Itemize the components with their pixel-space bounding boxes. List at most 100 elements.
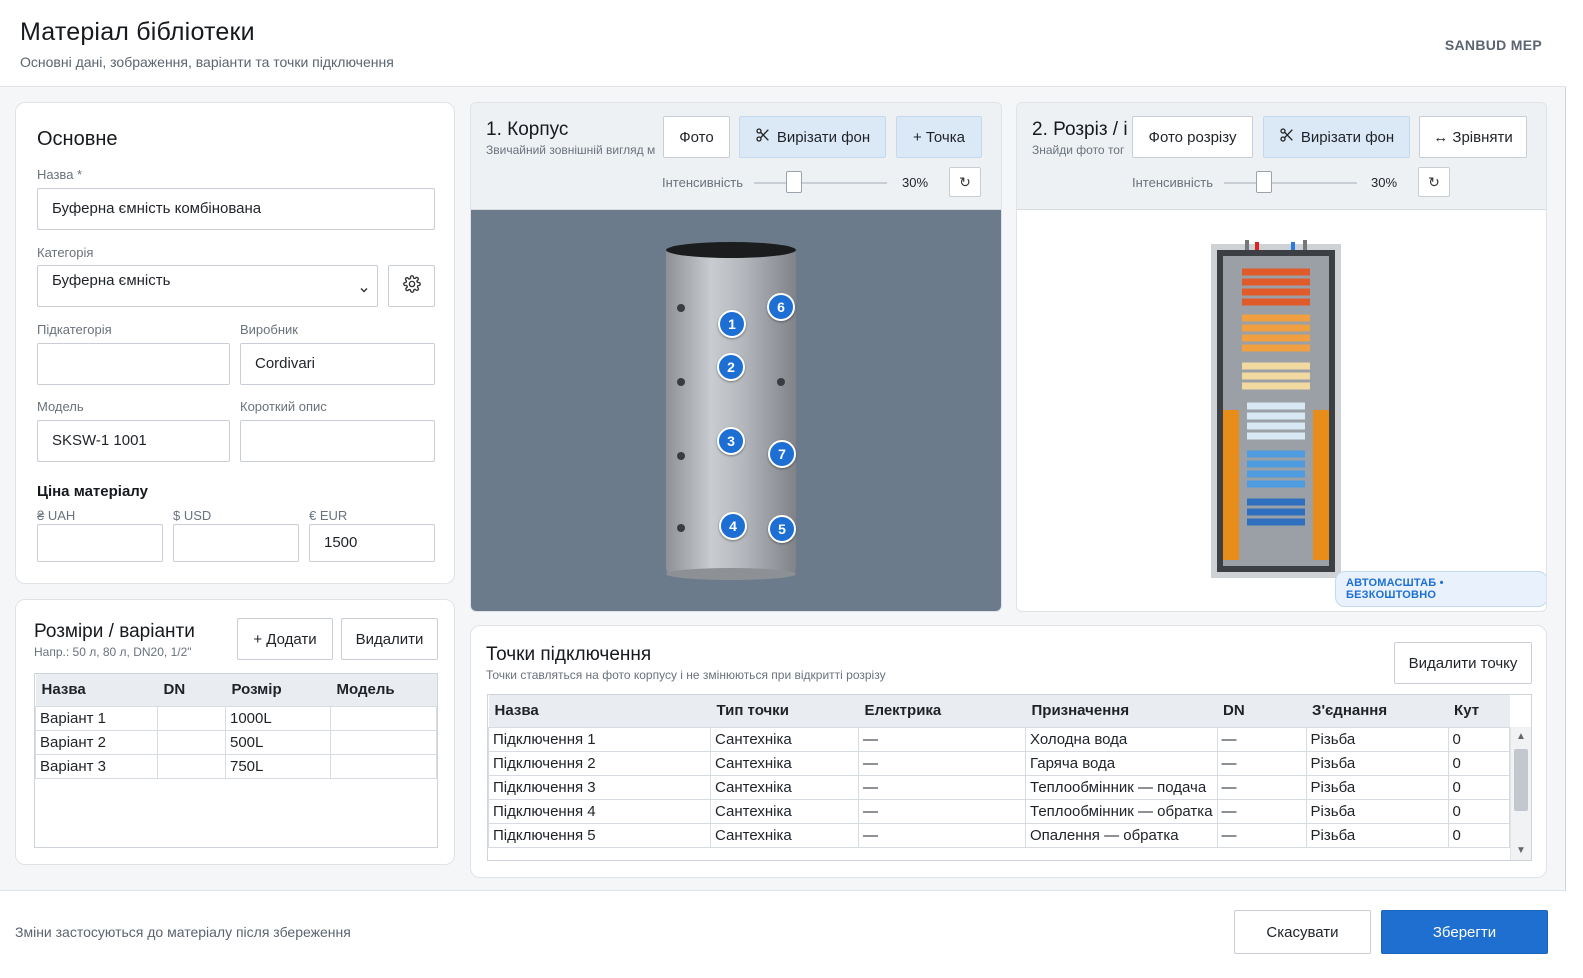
category-settings-button[interactable]: [388, 265, 435, 307]
table-cell[interactable]: [157, 705, 226, 731]
table-cell[interactable]: —: [858, 798, 1026, 824]
table-cell[interactable]: Підключення 4: [488, 798, 711, 824]
table-cell[interactable]: [157, 729, 226, 755]
subcategory-field[interactable]: [37, 343, 230, 385]
model-field[interactable]: SKSW-1 1001: [37, 420, 230, 462]
table-cell[interactable]: [157, 753, 226, 779]
section-canvas[interactable]: АВТОМАСШТАБ • БЕЗКОШТОВНО: [1017, 210, 1546, 611]
table-cell[interactable]: —: [858, 726, 1026, 752]
table-row[interactable]: Варіант 1 1000L: [35, 705, 437, 731]
delete-variant-button[interactable]: Видалити: [341, 618, 438, 660]
table-cell[interactable]: 750L: [225, 753, 331, 779]
table-cell[interactable]: Підключення 1: [488, 726, 711, 752]
table-cell[interactable]: —: [1216, 726, 1307, 752]
add-variant-button[interactable]: + Додати: [237, 618, 333, 660]
manufacturer-field[interactable]: Cordivari: [240, 343, 435, 385]
table-cell[interactable]: Варіант 3: [35, 753, 158, 779]
table-cell[interactable]: [330, 753, 437, 779]
chevron-up-icon[interactable]: ▲: [1516, 731, 1526, 742]
table-row[interactable]: Варіант 3 750L: [35, 753, 437, 779]
table-cell[interactable]: Сантехніка: [710, 798, 859, 824]
table-cell[interactable]: Різьба: [1305, 774, 1449, 800]
variants-col-size[interactable]: Розмір: [225, 674, 331, 707]
variants-col-model[interactable]: Модель: [330, 674, 437, 707]
points-scrollbar[interactable]: ▲ ▼: [1510, 727, 1531, 860]
table-cell[interactable]: —: [858, 774, 1026, 800]
section-intensity-slider[interactable]: [1224, 182, 1357, 184]
table-cell[interactable]: 1000L: [225, 705, 331, 731]
body-canvas[interactable]: 1 2 3 4 5 6 7: [471, 210, 1001, 611]
points-col-purpose[interactable]: Призначення: [1025, 695, 1218, 728]
points-col-connection[interactable]: З'єднання: [1306, 695, 1449, 728]
table-cell[interactable]: —: [858, 822, 1026, 848]
category-select[interactable]: Буферна ємність: [37, 265, 378, 307]
table-cell[interactable]: Підключення 3: [488, 774, 711, 800]
points-scroll-thumb[interactable]: [1514, 749, 1528, 811]
short-desc-field[interactable]: [240, 420, 435, 462]
table-cell[interactable]: Сантехніка: [710, 822, 859, 848]
points-col-type[interactable]: Тип точки: [710, 695, 859, 728]
save-button[interactable]: Зберегти: [1381, 910, 1548, 954]
table-cell[interactable]: 0: [1447, 750, 1511, 776]
table-cell[interactable]: [330, 729, 437, 755]
table-row[interactable]: Підключення 3 Сантехніка — Теплообмінник…: [488, 774, 1511, 800]
points-col-angle[interactable]: Кут: [1448, 695, 1510, 728]
name-field[interactable]: Буферна ємність комбінована: [37, 188, 435, 230]
point-marker-2[interactable]: 2: [717, 353, 745, 381]
table-cell[interactable]: Холодна вода: [1025, 726, 1218, 752]
body-reset-button[interactable]: ↻: [949, 167, 981, 197]
table-cell[interactable]: Різьба: [1305, 750, 1449, 776]
table-cell[interactable]: Різьба: [1305, 822, 1449, 848]
table-cell[interactable]: —: [1216, 822, 1307, 848]
table-row[interactable]: Підключення 1 Сантехніка — Холодна вода …: [488, 726, 1511, 752]
add-point-button[interactable]: + Точка: [896, 116, 982, 158]
table-cell[interactable]: Сантехніка: [710, 774, 859, 800]
section-reset-button[interactable]: ↻: [1418, 167, 1450, 197]
table-row[interactable]: Підключення 2 Сантехніка — Гаряча вода —…: [488, 750, 1511, 776]
section-photo-button[interactable]: Фото розрізу: [1132, 116, 1253, 158]
table-cell[interactable]: Теплообмінник — подача: [1025, 774, 1218, 800]
align-button[interactable]: ↔ Зрівняти: [1419, 116, 1527, 158]
table-row[interactable]: Варіант 2 500L: [35, 729, 437, 755]
table-cell[interactable]: 0: [1447, 726, 1511, 752]
point-marker-1[interactable]: 1: [718, 310, 746, 338]
point-marker-7[interactable]: 7: [768, 440, 796, 468]
table-cell[interactable]: Підключення 5: [488, 822, 711, 848]
section-cut-bg-button[interactable]: Вирізати фон: [1263, 116, 1410, 158]
points-col-dn[interactable]: DN: [1217, 695, 1307, 728]
table-cell[interactable]: 500L: [225, 729, 331, 755]
table-cell[interactable]: Варіант 1: [35, 705, 158, 731]
point-marker-5[interactable]: 5: [768, 515, 796, 543]
table-cell[interactable]: Опалення — обратка: [1025, 822, 1218, 848]
table-cell[interactable]: Різьба: [1305, 798, 1449, 824]
table-cell[interactable]: Гаряча вода: [1025, 750, 1218, 776]
point-marker-3[interactable]: 3: [717, 427, 745, 455]
table-cell[interactable]: 0: [1447, 798, 1511, 824]
table-cell[interactable]: —: [1216, 798, 1307, 824]
delete-point-button[interactable]: Видалити точку: [1394, 642, 1532, 684]
table-cell[interactable]: [330, 705, 437, 731]
cancel-button[interactable]: Скасувати: [1234, 910, 1371, 954]
chevron-down-icon[interactable]: ▼: [1516, 845, 1526, 856]
table-row[interactable]: Підключення 4 Сантехніка — Теплообмінник…: [488, 798, 1511, 824]
point-marker-6[interactable]: 6: [767, 293, 795, 321]
table-cell[interactable]: Сантехніка: [710, 750, 859, 776]
body-cut-bg-button[interactable]: Вирізати фон: [739, 116, 886, 158]
table-cell[interactable]: —: [1216, 750, 1307, 776]
variants-col-dn[interactable]: DN: [157, 674, 226, 707]
table-cell[interactable]: Підключення 2: [488, 750, 711, 776]
table-cell[interactable]: —: [1216, 774, 1307, 800]
points-col-name[interactable]: Назва: [488, 695, 711, 728]
table-cell[interactable]: 0: [1447, 822, 1511, 848]
body-photo-button[interactable]: Фото: [663, 116, 730, 158]
points-col-electric[interactable]: Електрика: [858, 695, 1026, 728]
uah-field[interactable]: [37, 524, 163, 562]
variants-col-name[interactable]: Назва: [35, 674, 158, 707]
point-marker-4[interactable]: 4: [719, 512, 747, 540]
table-cell[interactable]: Різьба: [1305, 726, 1449, 752]
table-cell[interactable]: Сантехніка: [710, 726, 859, 752]
table-cell[interactable]: Теплообмінник — обратка: [1025, 798, 1218, 824]
body-intensity-thumb[interactable]: [785, 171, 802, 193]
table-cell[interactable]: Варіант 2: [35, 729, 158, 755]
eur-field[interactable]: 1500: [309, 524, 435, 562]
